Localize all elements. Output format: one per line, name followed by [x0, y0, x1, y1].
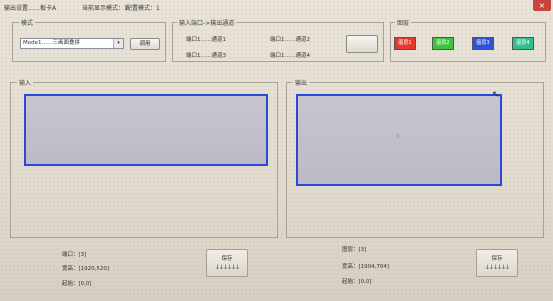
mode-select-value: Mode1……三画面叠拼: [23, 40, 80, 46]
input-canvas[interactable]: [24, 94, 268, 166]
output-save-button[interactable]: 保存 ↓↓↓↓↓↓: [476, 249, 518, 277]
down-arrows-icon: ↓↓↓↓↓↓: [484, 264, 510, 271]
input-legend: 输入: [17, 78, 34, 87]
layer-1-button[interactable]: 图层1: [394, 37, 416, 50]
input-save-button[interactable]: 保存 ↓↓↓↓↓↓: [206, 249, 248, 277]
close-button[interactable]: ×: [533, 0, 551, 11]
layers-legend: 图层: [395, 18, 412, 27]
channel-1-label: 端口1……通道1: [186, 37, 226, 43]
mapping-legend: 输入端口->输出通道: [177, 18, 237, 27]
layer-4-button[interactable]: 图层4: [512, 37, 534, 50]
output-origin-label: 起始：[0,0]: [342, 279, 372, 285]
output-layer-number: 3: [396, 134, 400, 140]
title-bar: 输出设置……板卡A 当前显示模式：1 配置模式：1 ×: [0, 0, 553, 12]
input-resolution-label: 宽高：[1920,520]: [62, 266, 110, 272]
mode-select[interactable]: Mode1……三画面叠拼 ▾: [20, 38, 124, 49]
mapping-apply-button[interactable]: [346, 35, 378, 53]
mouse-cursor-icon: ↖: [492, 90, 500, 100]
channel-4-label: 端口1……通道4: [270, 53, 310, 59]
input-save-label: 保存: [221, 256, 233, 262]
channel-3-label: 端口1……通道3: [186, 53, 226, 59]
mode-legend: 模式: [19, 18, 36, 27]
channel-2-label: 端口1……通道2: [270, 37, 310, 43]
apply-button[interactable]: 调用: [130, 38, 160, 50]
layer-3-button[interactable]: 图层3: [472, 37, 494, 50]
output-layer-label: 图层：[3]: [342, 247, 367, 253]
chevron-down-icon[interactable]: ▾: [113, 39, 123, 48]
display-mode-label: 当前显示模式：1: [82, 5, 128, 12]
config-mode-label: 配置模式：1: [126, 5, 160, 12]
output-legend: 输出: [293, 78, 310, 87]
input-port-label: 端口：[3]: [62, 252, 87, 258]
app-window: 输出设置……板卡A 当前显示模式：1 配置模式：1 × 模式 Mode1……三画…: [0, 0, 553, 301]
output-canvas[interactable]: 3: [296, 94, 502, 186]
layer-2-button[interactable]: 图层2: [432, 37, 454, 50]
output-save-label: 保存: [491, 256, 503, 262]
window-title: 输出设置……板卡A: [4, 5, 57, 12]
input-origin-label: 起始：[0,0]: [62, 281, 92, 287]
down-arrows-icon: ↓↓↓↓↓↓: [214, 264, 240, 271]
output-resolution-label: 宽高：[1904,704]: [342, 264, 390, 270]
